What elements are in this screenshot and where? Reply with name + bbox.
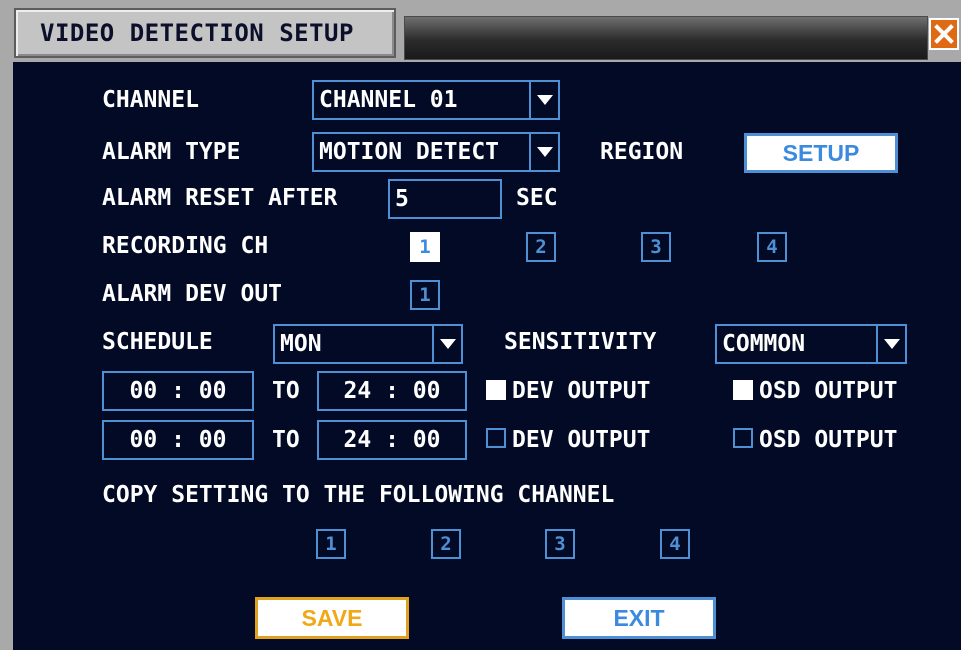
sensitivity-label: SENSITIVITY (504, 329, 657, 355)
copy-ch-1-checkbox[interactable]: 1 (316, 529, 346, 559)
sensitivity-value: COMMON (722, 331, 806, 357)
recording-ch-3-checkbox[interactable]: 3 (641, 232, 671, 262)
sensitivity-dropdown[interactable]: COMMON (715, 324, 907, 364)
schedule-label: SCHEDULE (102, 329, 213, 355)
period-1-end-input[interactable]: 24 : 00 (317, 371, 467, 411)
copy-ch-4-checkbox[interactable]: 4 (660, 529, 690, 559)
chevron-down-icon[interactable] (529, 82, 558, 118)
alarm-reset-value: 5 (395, 186, 409, 212)
copy-ch-2-checkbox[interactable]: 2 (431, 529, 461, 559)
period-2-osd-output-label: OSD OUTPUT (759, 427, 898, 453)
alarm-type-value: MOTION DETECT (319, 139, 500, 165)
alarm-reset-input[interactable]: 5 (388, 179, 502, 219)
period-2-osd-output-checkbox[interactable] (733, 428, 753, 448)
region-label: REGION (600, 139, 684, 165)
alarm-reset-label: ALARM RESET AFTER (102, 185, 338, 211)
alarm-type-dropdown[interactable]: MOTION DETECT (312, 132, 560, 172)
period-2-dev-output-checkbox[interactable] (486, 428, 506, 448)
period-2-end-value: 24 : 00 (343, 427, 441, 453)
period-1-osd-output-checkbox[interactable] (733, 380, 753, 400)
copy-setting-label: COPY SETTING TO THE FOLLOWING CHANNEL (102, 482, 615, 508)
period-1-dev-output-label: DEV OUTPUT (512, 378, 651, 404)
chevron-down-icon[interactable] (432, 326, 461, 362)
copy-ch-3-checkbox[interactable]: 3 (545, 529, 575, 559)
recording-ch-1-checkbox[interactable]: 1 (410, 232, 440, 262)
alarm-dev-out-1-checkbox[interactable]: 1 (410, 280, 440, 310)
period-2-start-value: 00 : 00 (129, 427, 227, 453)
recording-ch-2-checkbox[interactable]: 2 (526, 232, 556, 262)
period-1-to-label: TO (272, 378, 300, 404)
window-left-edge (0, 62, 13, 650)
chevron-down-icon[interactable] (529, 134, 558, 170)
channel-value: CHANNEL 01 (319, 87, 458, 113)
period-2-dev-output-label: DEV OUTPUT (512, 427, 651, 453)
save-button[interactable]: SAVE (255, 597, 409, 639)
chevron-down-icon[interactable] (876, 326, 905, 362)
period-2-to-label: TO (272, 427, 300, 453)
close-x-icon (934, 24, 954, 44)
window-title-text: VIDEO DETECTION SETUP (40, 19, 354, 47)
period-2-start-input[interactable]: 00 : 00 (102, 420, 254, 460)
alarm-dev-out-label: ALARM DEV OUT (102, 281, 283, 307)
period-1-end-value: 24 : 00 (343, 378, 441, 404)
period-1-start-input[interactable]: 00 : 00 (102, 371, 254, 411)
period-1-start-value: 00 : 00 (129, 378, 227, 404)
period-2-end-input[interactable]: 24 : 00 (317, 420, 467, 460)
channel-dropdown[interactable]: CHANNEL 01 (312, 80, 560, 120)
window-title: VIDEO DETECTION SETUP (14, 8, 396, 58)
title-bar-fill (404, 16, 928, 60)
channel-label: CHANNEL (102, 87, 199, 113)
exit-button[interactable]: EXIT (562, 597, 716, 639)
close-button[interactable] (929, 18, 959, 50)
period-1-dev-output-checkbox[interactable] (486, 380, 506, 400)
schedule-value: MON (280, 331, 322, 357)
region-setup-button[interactable]: SETUP (744, 133, 898, 173)
alarm-reset-unit: SEC (516, 185, 558, 211)
schedule-dropdown[interactable]: MON (273, 324, 463, 364)
recording-ch-4-checkbox[interactable]: 4 (757, 232, 787, 262)
alarm-type-label: ALARM TYPE (102, 139, 241, 165)
recording-ch-label: RECORDING CH (102, 233, 269, 259)
period-1-osd-output-label: OSD OUTPUT (759, 378, 898, 404)
